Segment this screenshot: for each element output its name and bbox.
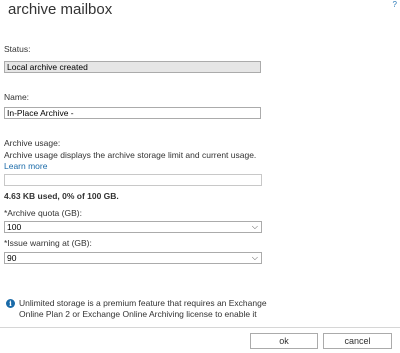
cancel-button[interactable]: cancel — [323, 333, 392, 349]
chevron-down-icon: ⌵ — [251, 222, 258, 231]
archive-quota-value: 100 — [7, 222, 22, 232]
archive-usage-summary: 4.63 KB used, 0% of 100 GB. — [4, 191, 119, 201]
dialog-title: archive mailbox — [8, 1, 113, 18]
name-label: Name: — [4, 92, 30, 102]
footer-divider — [0, 327, 400, 328]
info-icon: i — [6, 299, 15, 308]
name-input[interactable]: In-Place Archive - — [4, 107, 261, 119]
archive-quota-select[interactable]: 100 ⌵ — [4, 221, 262, 233]
archive-quota-label: *Archive quota (GB): — [4, 208, 82, 218]
issue-warning-select[interactable]: 90 ⌵ — [4, 252, 262, 264]
status-label: Status: — [4, 44, 31, 54]
issue-warning-value: 90 — [7, 253, 17, 263]
issue-warning-label: *Issue warning at (GB): — [4, 238, 92, 248]
archive-usage-label: Archive usage: — [4, 138, 61, 148]
archive-usage-bar — [4, 174, 262, 186]
help-icon[interactable]: ? — [393, 0, 397, 9]
status-field: Local archive created — [4, 61, 261, 73]
chevron-down-icon: ⌵ — [251, 253, 258, 262]
ok-button[interactable]: ok — [250, 333, 318, 349]
learn-more-link[interactable]: Learn more — [4, 161, 47, 171]
archive-usage-description: Archive usage displays the archive stora… — [4, 150, 257, 160]
info-message: Unlimited storage is a premium feature t… — [19, 298, 267, 319]
